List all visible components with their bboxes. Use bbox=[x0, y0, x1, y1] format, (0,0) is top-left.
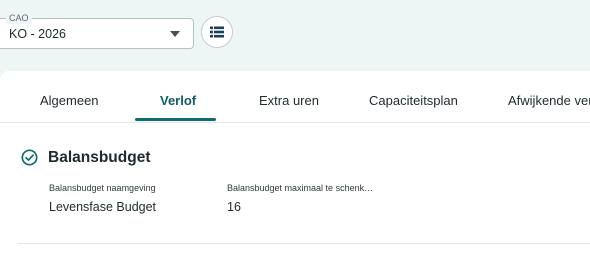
field-value-maximaal: 16 bbox=[227, 200, 241, 214]
tab-algemeen[interactable]: Algemeen bbox=[40, 93, 99, 108]
active-tab-indicator bbox=[135, 118, 216, 121]
section-divider bbox=[18, 243, 590, 244]
cao-label: CAO bbox=[6, 12, 32, 24]
list-icon bbox=[210, 26, 224, 38]
chevron-down-icon[interactable] bbox=[170, 31, 180, 37]
section-title: Balansbudget bbox=[48, 149, 151, 166]
cao-value: KO - 2026 bbox=[9, 27, 66, 41]
tab-extra-uren[interactable]: Extra uren bbox=[259, 93, 319, 108]
tab-afwijkende-vergoedingen[interactable]: Afwijkende verg bbox=[508, 93, 590, 108]
cao-select[interactable]: CAO KO - 2026 bbox=[0, 12, 194, 49]
settings-card: Algemeen Verlof Extra uren Capaciteitspl… bbox=[0, 71, 590, 271]
field-value-naamgeving: Levensfase Budget bbox=[49, 200, 157, 214]
list-view-button[interactable] bbox=[201, 16, 233, 48]
check-circle-icon bbox=[21, 149, 38, 166]
tab-verlof[interactable]: Verlof bbox=[160, 93, 196, 108]
tab-capaciteitsplan[interactable]: Capaciteitsplan bbox=[369, 93, 458, 108]
field-label-maximaal: Balansbudget maximaal te schenk… bbox=[227, 183, 374, 193]
field-label-naamgeving: Balansbudget naamgeving bbox=[49, 183, 156, 193]
tab-bar: Algemeen Verlof Extra uren Capaciteitspl… bbox=[0, 71, 590, 123]
